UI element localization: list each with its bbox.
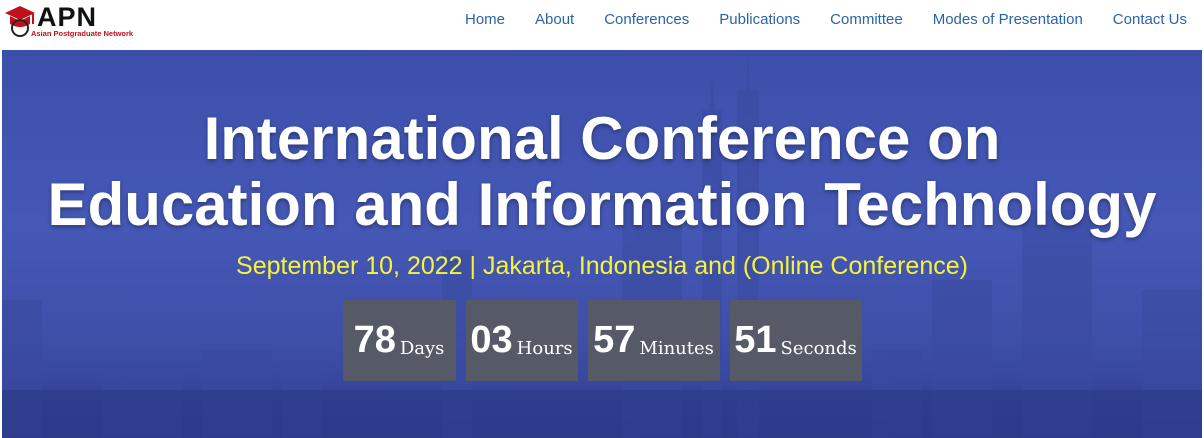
countdown-minutes: 57 Minutes	[587, 300, 720, 381]
nav-home[interactable]: Home	[450, 11, 520, 29]
nav-modes-of-presentation[interactable]: Modes of Presentation	[918, 11, 1098, 29]
countdown-timer: 78 Days 03 Hours 57 Minutes 51 Seconds	[2, 300, 1202, 381]
hero-banner: International Conference on Education an…	[2, 50, 1202, 438]
nav-conferences[interactable]: Conferences	[589, 11, 704, 29]
main-nav: Home About Conferences Publications Comm…	[450, 11, 1187, 29]
countdown-minutes-label: Minutes	[639, 338, 714, 359]
nav-committee[interactable]: Committee	[815, 11, 918, 29]
countdown-days-value: 78	[353, 319, 396, 361]
nav-publications[interactable]: Publications	[704, 11, 815, 29]
nav-about[interactable]: About	[520, 11, 589, 29]
countdown-days: 78 Days	[342, 300, 456, 381]
countdown-minutes-value: 57	[593, 319, 636, 361]
nav-contact-us[interactable]: Contact Us	[1098, 11, 1187, 29]
countdown-seconds-value: 51	[734, 319, 777, 361]
countdown-seconds-label: Seconds	[780, 338, 857, 359]
countdown-hours-label: Hours	[516, 338, 573, 359]
logo-subtitle: Asian Postgraduate Network	[31, 29, 134, 38]
countdown-hours-value: 03	[470, 319, 513, 361]
site-logo[interactable]: APN Asian Postgraduate Network	[4, 2, 144, 44]
countdown-hours: 03 Hours	[465, 300, 578, 381]
hero-title: International Conference on Education an…	[2, 106, 1202, 238]
hero-subtitle: September 10, 2022 | Jakarta, Indonesia …	[236, 252, 968, 280]
hero-title-line-1: International Conference on	[203, 105, 1001, 172]
top-navbar: APN Asian Postgraduate Network Home Abou…	[0, 0, 1204, 50]
countdown-days-label: Days	[399, 338, 445, 359]
countdown-seconds: 51 Seconds	[729, 300, 862, 381]
hero-title-line-2: Education and Information Technology	[47, 171, 1157, 238]
